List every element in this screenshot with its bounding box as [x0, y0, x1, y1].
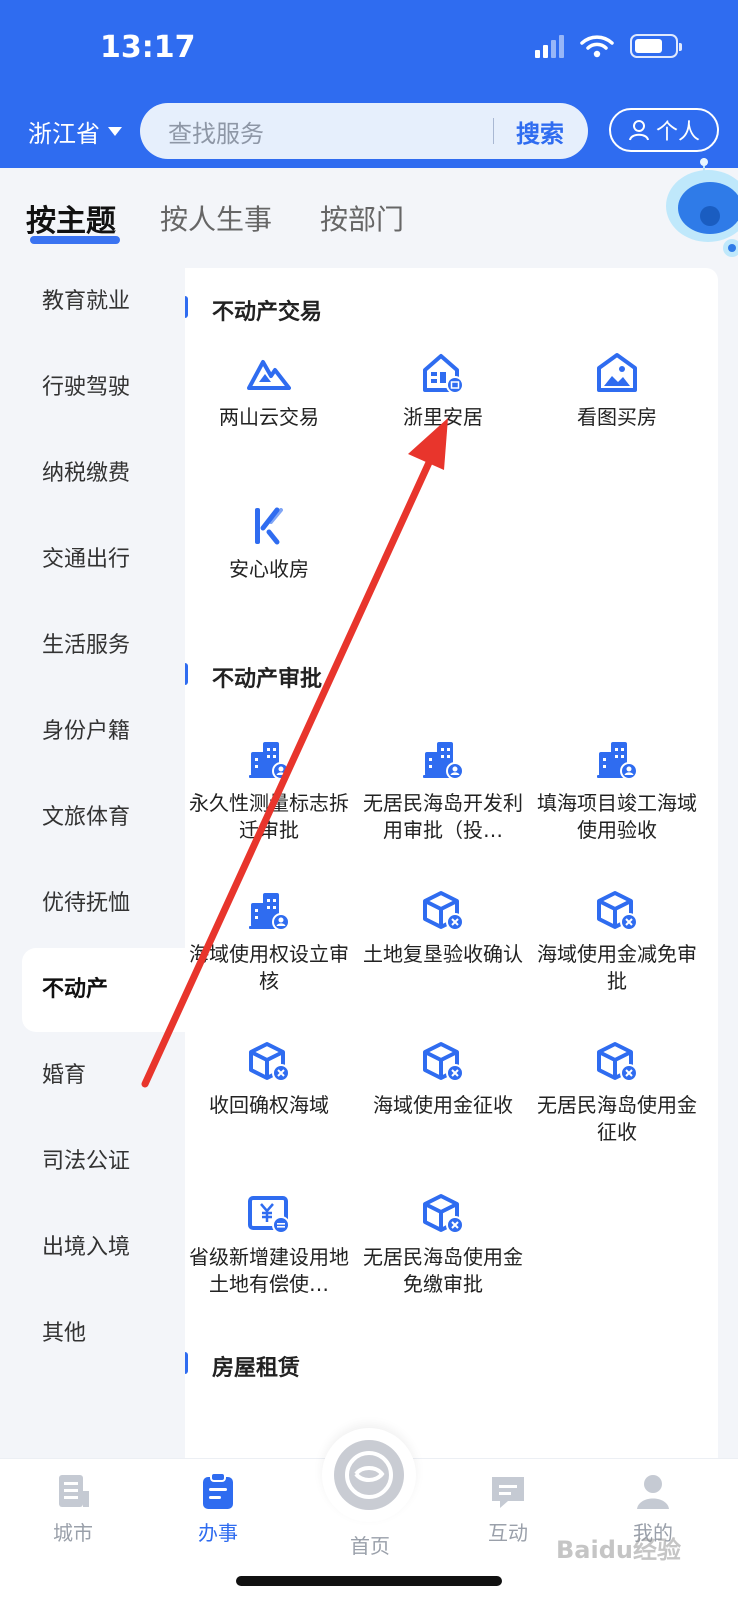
sidebar-item-marriage[interactable]: 婚育 [0, 1034, 185, 1118]
mountain-icon [247, 360, 291, 390]
service-label: 收回确权海域 [209, 1093, 329, 1117]
status-icons [535, 34, 682, 58]
sidebar-item-other[interactable]: 其他 [0, 1292, 185, 1376]
service-tile[interactable]: 土地复垦验收确认 [354, 889, 532, 968]
cube-x-icon [595, 1040, 639, 1084]
key-lines-icon [255, 507, 283, 545]
service-label: 安心收房 [229, 557, 309, 581]
cube-x-icon [247, 1040, 291, 1084]
service-label: 土地复垦验收确认 [363, 942, 523, 966]
sidebar-item-judicial[interactable]: 司法公证 [0, 1120, 185, 1204]
personal-label: 个人 [655, 120, 700, 145]
yuan-card-icon [248, 1196, 290, 1234]
service-label: 填海项目竣工海域使用验收 [537, 791, 697, 842]
sidebar-item-traffic[interactable]: 交通出行 [0, 518, 185, 602]
status-time: 13:17 [100, 30, 196, 65]
battery-icon [630, 34, 682, 58]
wifi-icon [580, 35, 614, 58]
service-label: 浙里安居 [403, 405, 483, 429]
section-title-rental: 房屋租赁 [185, 1350, 300, 1382]
service-tile[interactable]: 海域使用权设立审核 [185, 889, 358, 995]
service-label: 海域使用权设立审核 [189, 942, 349, 993]
service-tile[interactable]: 填海项目竣工海域使用验收 [528, 738, 706, 844]
tab-by-department[interactable]: 按部门 [320, 198, 404, 238]
province-label: 浙江省 [28, 120, 100, 148]
service-label: 两山云交易 [219, 405, 319, 429]
service-tile[interactable]: 安心收房 [185, 504, 358, 583]
city-icon [59, 1475, 89, 1507]
active-tab-indicator [30, 236, 120, 244]
tab-by-theme[interactable]: 按主题 [26, 196, 116, 240]
building-user-icon [595, 738, 639, 782]
sidebar-item-driving[interactable]: 行驶驾驶 [0, 346, 185, 430]
search-bar[interactable]: 查找服务 搜索 [140, 103, 588, 159]
building-user-icon [247, 889, 291, 933]
header-bar: 13:17 浙江省 查找服务 搜索 个人 [0, 0, 738, 168]
sidebar-item-real-estate[interactable]: 不动产 [22, 948, 185, 1032]
sidebar-item-identity[interactable]: 身份户籍 [0, 690, 185, 774]
chat-icon [492, 1477, 524, 1508]
signal-icon [535, 34, 564, 58]
section-title-approval: 不动产审批 [185, 661, 322, 693]
watermark: Baidu经验 [556, 1536, 681, 1564]
sidebar-item-immigration[interactable]: 出境入境 [0, 1206, 185, 1290]
clipboard-icon [203, 1472, 233, 1509]
services-panel: 不动产交易 两山云交易 浙里安居 看图买房 安心收房 不动产审批 永久性测量标志… [185, 268, 718, 1458]
user-icon [637, 1475, 669, 1509]
service-label: 永久性测量标志拆迁审批 [189, 791, 349, 842]
building-user-icon [247, 738, 291, 782]
building-user-icon [421, 738, 465, 782]
service-tile[interactable]: 永久性测量标志拆迁审批 [185, 738, 358, 844]
service-tile[interactable]: 海域使用金减免审批 [528, 889, 706, 995]
service-tile[interactable]: 省级新增建设用地土地有偿使… [185, 1192, 358, 1298]
house-id-icon [423, 354, 464, 394]
search-input[interactable]: 查找服务 [140, 114, 493, 149]
sidebar-item-preferential[interactable]: 优待抚恤 [0, 862, 185, 946]
service-tile[interactable]: 无居民海岛使用金免缴审批 [354, 1192, 532, 1298]
nav-label: 办事 [198, 1521, 238, 1545]
tab-by-life-event[interactable]: 按人生事 [160, 198, 272, 238]
service-label: 海域使用金征收 [373, 1093, 513, 1117]
service-tile[interactable]: 浙里安居 [354, 352, 532, 431]
province-selector[interactable]: 浙江省 [28, 114, 122, 149]
service-tile[interactable]: 海域使用金征收 [354, 1040, 532, 1119]
service-tile[interactable]: 无居民海岛使用金征收 [528, 1040, 706, 1146]
service-label: 海域使用金减免审批 [537, 942, 697, 993]
nav-label: 城市 [53, 1521, 93, 1545]
service-tile[interactable]: 两山云交易 [185, 352, 358, 431]
section-title-transaction: 不动产交易 [185, 294, 322, 326]
sidebar-item-culture-sports[interactable]: 文旅体育 [0, 776, 185, 860]
service-tile[interactable]: 无居民海岛开发利用审批（投… [354, 738, 532, 844]
search-button[interactable]: 搜索 [494, 114, 588, 149]
home-logo-icon [334, 1440, 404, 1510]
sidebar-item-life-service[interactable]: 生活服务 [0, 604, 185, 688]
service-tile[interactable]: 看图买房 [528, 352, 706, 431]
house-picture-icon [597, 353, 637, 392]
service-label: 无居民海岛使用金免缴审批 [363, 1245, 523, 1296]
nav-item-city[interactable]: 城市 [23, 1471, 123, 1546]
service-label: 无居民海岛使用金征收 [537, 1093, 697, 1144]
nav-item-interaction[interactable]: 互动 [458, 1471, 558, 1546]
service-label: 省级新增建设用地土地有偿使… [189, 1245, 349, 1296]
nav-label-home: 首页 [350, 1534, 390, 1558]
cube-x-icon [595, 889, 639, 933]
service-label: 无居民海岛开发利用审批（投… [363, 791, 523, 842]
home-indicator [236, 1576, 502, 1586]
service-label: 看图买房 [577, 405, 657, 429]
nav-item-home[interactable] [322, 1428, 416, 1522]
cube-x-icon [421, 889, 465, 933]
nav-item-services[interactable]: 办事 [168, 1471, 268, 1546]
category-tabs: 按主题 按人生事 按部门 [0, 196, 738, 252]
cube-x-icon [421, 1040, 465, 1084]
sidebar-item-education[interactable]: 教育就业 [0, 260, 185, 344]
sidebar-item-tax[interactable]: 纳税缴费 [0, 432, 185, 516]
service-tile[interactable]: 收回确权海域 [185, 1040, 358, 1119]
personal-button[interactable]: 个人 [609, 108, 719, 152]
nav-label: 互动 [488, 1521, 528, 1545]
caret-down-icon [108, 127, 122, 136]
person-icon [628, 120, 649, 141]
cube-x-icon [421, 1192, 465, 1236]
